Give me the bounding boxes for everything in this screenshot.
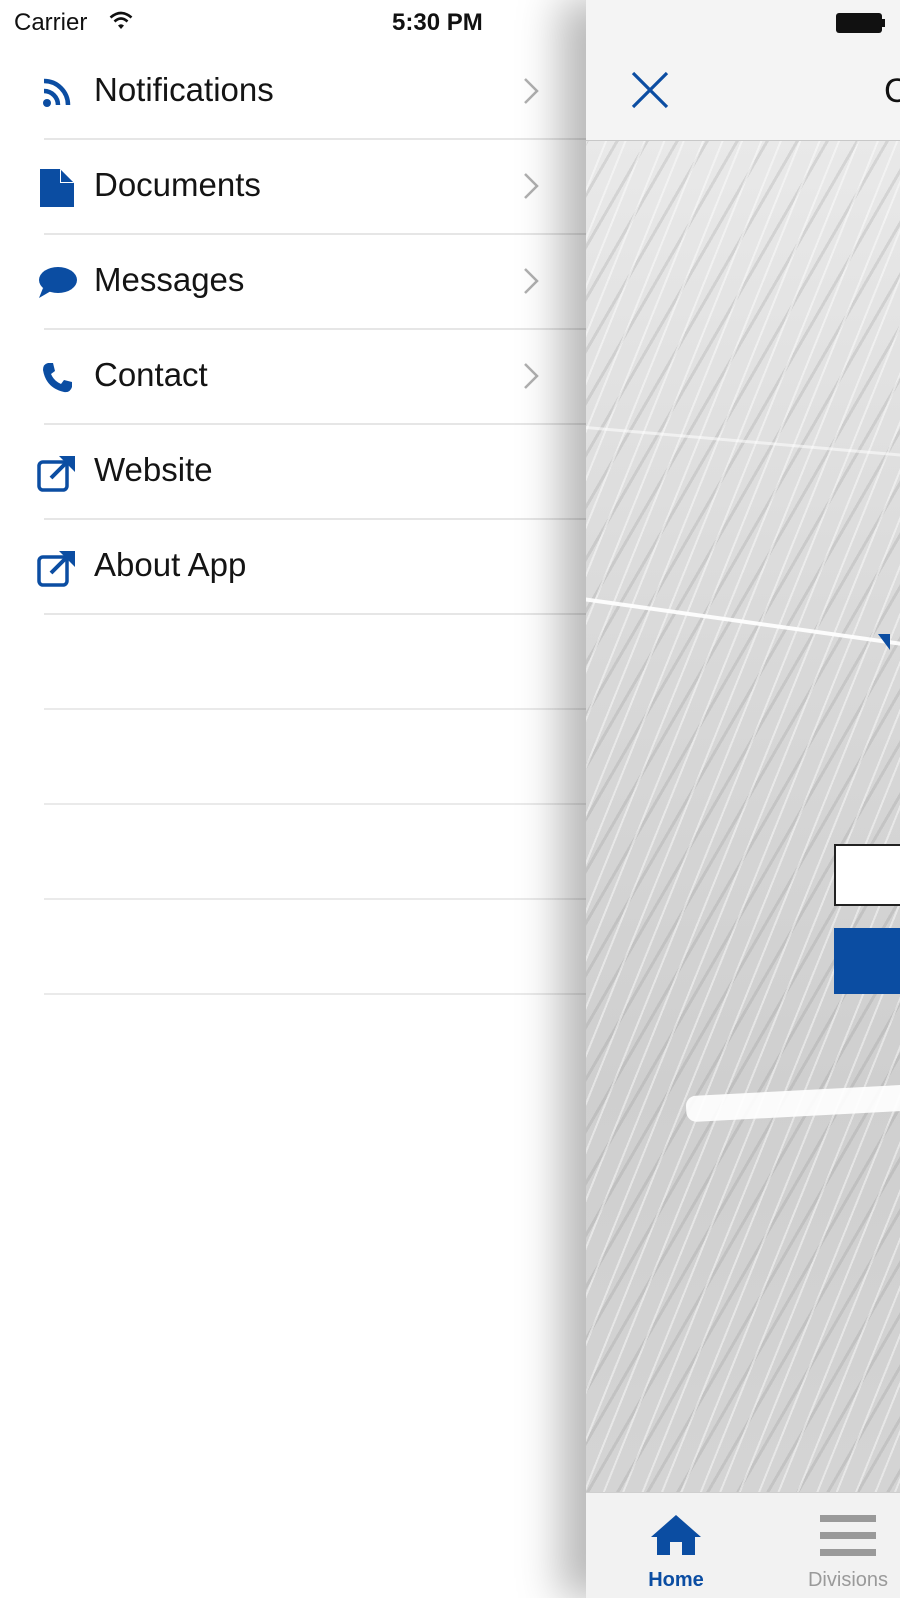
chevron-right-icon bbox=[522, 362, 540, 395]
chevron-right-icon bbox=[522, 267, 540, 300]
submit-button[interactable] bbox=[834, 928, 900, 994]
home-icon bbox=[632, 1513, 720, 1557]
tab-label: Divisions bbox=[807, 1569, 889, 1591]
menu-item-label: Documents bbox=[94, 166, 261, 203]
phone-icon bbox=[36, 358, 78, 398]
main-panel[interactable]: C Home Divisions bbox=[586, 0, 900, 1598]
menu-item-label: Contact bbox=[94, 356, 208, 393]
tab-home[interactable]: Home bbox=[632, 1493, 720, 1598]
close-icon[interactable] bbox=[630, 70, 670, 110]
empty-row bbox=[0, 805, 590, 900]
tab-label: Home bbox=[648, 1569, 704, 1591]
side-menu: Notifications Documents Messages Contact… bbox=[0, 45, 590, 995]
document-icon bbox=[36, 168, 78, 208]
rss-icon bbox=[36, 73, 78, 113]
wifi-icon bbox=[108, 11, 134, 36]
court-line bbox=[586, 596, 900, 648]
external-link-icon bbox=[36, 548, 78, 588]
tab-divisions[interactable]: Divisions bbox=[798, 1493, 898, 1598]
hero-background-image bbox=[586, 140, 900, 1492]
status-time: 5:30 PM bbox=[392, 9, 483, 36]
logo-fragment bbox=[878, 634, 890, 650]
empty-row bbox=[0, 615, 590, 710]
page-title: C bbox=[884, 72, 900, 110]
divider bbox=[44, 993, 590, 995]
external-link-icon bbox=[36, 453, 78, 493]
menu-item-label: About App bbox=[94, 546, 247, 583]
menu-item-about-app[interactable]: About App bbox=[0, 520, 590, 615]
menu-item-documents[interactable]: Documents bbox=[0, 140, 590, 235]
menu-item-website[interactable]: Website bbox=[0, 425, 590, 520]
court-line bbox=[586, 425, 900, 458]
menu-item-notifications[interactable]: Notifications bbox=[0, 45, 590, 140]
status-bar: Carrier 5:30 PM bbox=[0, 0, 900, 48]
empty-row bbox=[0, 710, 590, 805]
chat-bubble-icon bbox=[36, 263, 78, 303]
menu-item-label: Website bbox=[94, 451, 213, 488]
battery-icon bbox=[836, 13, 886, 38]
tab-bar: Home Divisions bbox=[586, 1492, 900, 1598]
menu-item-contact[interactable]: Contact bbox=[0, 330, 590, 425]
empty-row bbox=[0, 900, 590, 995]
menu-item-messages[interactable]: Messages bbox=[0, 235, 590, 330]
chevron-right-icon bbox=[522, 77, 540, 110]
menu-item-label: Messages bbox=[94, 261, 245, 298]
text-input[interactable] bbox=[834, 844, 900, 906]
carrier-label: Carrier bbox=[14, 9, 88, 36]
menu-item-label: Notifications bbox=[94, 71, 274, 108]
list-icon bbox=[798, 1513, 898, 1559]
court-line bbox=[685, 1083, 900, 1123]
chevron-right-icon bbox=[522, 172, 540, 205]
